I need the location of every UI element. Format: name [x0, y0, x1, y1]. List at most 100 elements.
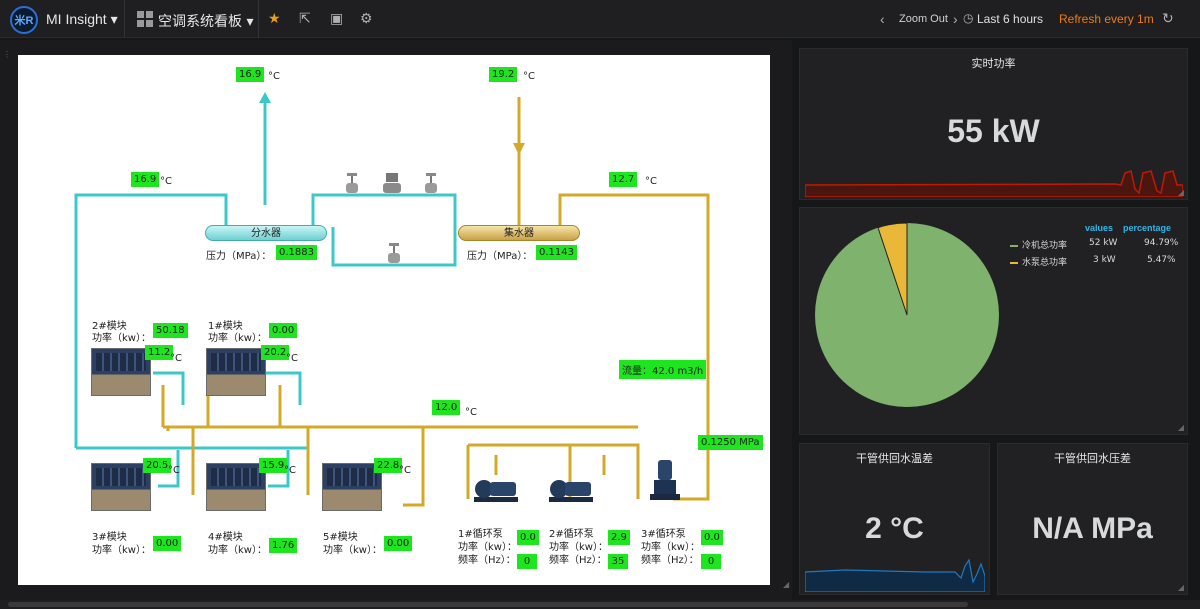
unit-label: °C [170, 353, 182, 364]
app-logo[interactable]: 米R [10, 6, 38, 34]
unit-label: °C [645, 176, 657, 187]
share-icon[interactable]: ⇱ [299, 10, 311, 27]
pressure-diff-panel: 干管供回水压差 N/A MPa ◢ [997, 443, 1188, 595]
valve-icon [383, 173, 401, 193]
legend-value: 3 kW [1093, 255, 1116, 265]
horizontal-scrollbar[interactable] [0, 600, 1200, 609]
pump-freq-value: 35 [608, 554, 628, 569]
legend-col-values[interactable]: values [1085, 223, 1113, 233]
pump-power-value: 0.0 [701, 530, 723, 545]
drag-handle-icon[interactable]: ⋮ [3, 50, 11, 59]
module-power-label: 功率（kw）： [208, 545, 267, 556]
return-right-temp: 12.7 [609, 172, 638, 187]
refresh-interval[interactable]: Refresh every 1m [1059, 12, 1154, 26]
resize-handle-icon[interactable]: ◢ [783, 580, 789, 589]
resize-handle-icon[interactable]: ◢ [1178, 188, 1184, 197]
divider [258, 0, 259, 38]
supply-left-temp: 16.9 [131, 172, 160, 187]
pump-power-value: 2.9 [608, 530, 630, 545]
module-power-label: 功率（kw）： [323, 545, 382, 556]
module-power-label: 功率（kw）： [208, 333, 267, 344]
chiller-unit [322, 463, 382, 511]
unit-label: °C [286, 353, 298, 364]
pump-freq-value: 0 [701, 554, 721, 569]
module-power-label: 功率（kw）： [92, 545, 151, 556]
mid-temp-value: 12.0 [432, 400, 461, 415]
water-collector: 集水器 [458, 225, 580, 241]
realtime-power-value: 55 kW [947, 113, 1040, 149]
star-icon[interactable]: ★ [268, 10, 281, 27]
module-power-value: 50.18 [153, 323, 188, 338]
legend-name: 水泵总功率 [1022, 258, 1068, 268]
supply-top-temp: 16.9 [236, 67, 265, 82]
unit-label: °C [284, 465, 296, 476]
pressure-diff-value: N/A MPa [1032, 512, 1153, 545]
resize-handle-icon[interactable]: ◢ [1178, 583, 1184, 592]
legend-col-percentage[interactable]: percentage [1123, 223, 1171, 233]
unit-label: °C [268, 71, 280, 82]
panel-title[interactable]: 干管供回水温差 [800, 450, 989, 466]
chiller-unit [206, 463, 266, 511]
hvac-diagram-canvas: 16.9 °C 19.2 °C 16.9 °C 12.7 °C 分水器 集水器 … [18, 55, 770, 585]
pump-icon [474, 480, 518, 502]
valve-icon [425, 173, 437, 193]
module-power-value: 0.00 [153, 536, 182, 551]
legend-percent: 5.47% [1147, 255, 1176, 265]
pump-freq-value: 0 [517, 554, 537, 569]
divider [124, 0, 125, 38]
dashboard-picker[interactable]: 空调系统看板 ▾ [158, 11, 253, 31]
panel-title[interactable]: 实时功率 [800, 55, 1187, 71]
unit-label: °C [465, 407, 477, 418]
pump-freq-label: 频率（Hz）： [641, 555, 699, 566]
legend-name: 冷机总功率 [1022, 241, 1068, 251]
module-power-value: 0.00 [269, 323, 298, 338]
unit-label: °C [160, 176, 172, 187]
pump-freq-label: 频率（Hz）： [549, 555, 607, 566]
time-range-picker[interactable]: Last 6 hours [977, 12, 1043, 26]
module-power-value: 0.00 [384, 536, 413, 551]
scrollbar-thumb[interactable] [8, 602, 968, 607]
hvac-diagram-panel: ⋮ 16.9 °C 19.2 °C 16.9 °C 12.7 °C 分水器 集水… [0, 40, 792, 600]
unit-label: °C [399, 465, 411, 476]
panel-title[interactable]: 干管供回水压差 [998, 450, 1187, 466]
module-power-value: 1.76 [269, 538, 298, 553]
zoom-out-button[interactable]: Zoom Out [899, 13, 948, 25]
collector-pressure-value: 0.1143 [536, 245, 577, 260]
top-navbar: 米R MI Insight ▾ 空调系统看板 ▾ ★ ⇱ ▣ ⚙ ‹ Zoom … [0, 0, 1200, 38]
return-top-temp: 19.2 [489, 67, 518, 82]
pump-freq-label: 频率（Hz）： [458, 555, 516, 566]
valve-icon [346, 173, 358, 193]
legend-swatch [1010, 244, 1018, 247]
dashboard-grid-icon [137, 11, 153, 27]
temp-diff-panel: 干管供回水温差 2 °C [799, 443, 990, 595]
pipe-pressure-value: 0.1250 MPa [698, 435, 763, 450]
resize-handle-icon[interactable]: ◢ [1178, 423, 1184, 432]
unit-label: °C [523, 71, 535, 82]
module-power-label: 功率（kw）： [92, 333, 151, 344]
chiller-unit [91, 463, 151, 511]
collector-pressure-label: 压力（MPa）： [467, 251, 533, 262]
refresh-icon[interactable]: ↻ [1162, 10, 1174, 27]
power-pie-chart [815, 222, 999, 407]
unit-label: °C [168, 465, 180, 476]
chevron-right-icon[interactable]: › [953, 11, 958, 27]
realtime-power-panel: 实时功率 55 kW ◢ [799, 48, 1188, 200]
power-pie-panel: values percentage 冷机总功率 52 kW 94.79% 水泵总… [799, 207, 1188, 435]
gear-icon[interactable]: ⚙ [360, 10, 373, 27]
save-icon[interactable]: ▣ [330, 10, 343, 27]
pump-icon [650, 460, 680, 500]
water-distributor: 分水器 [205, 225, 327, 241]
flow-rate: 流量：42.0 m3/h [619, 360, 707, 379]
temp-diff-value: 2 °C [865, 512, 924, 545]
legend-percent: 94.79% [1144, 238, 1179, 248]
legend-value: 52 kW [1089, 238, 1118, 248]
power-sparkline [805, 170, 1183, 197]
legend-swatch [1010, 261, 1018, 264]
pump-icon [549, 480, 593, 502]
temp-sparkline [805, 558, 985, 592]
chevron-left-icon[interactable]: ‹ [880, 11, 885, 27]
pump-power-value: 0.0 [517, 530, 539, 545]
distributor-pressure-value: 0.1883 [276, 245, 317, 260]
chiller-unit [91, 348, 151, 396]
org-menu[interactable]: MI Insight ▾ [46, 11, 118, 28]
